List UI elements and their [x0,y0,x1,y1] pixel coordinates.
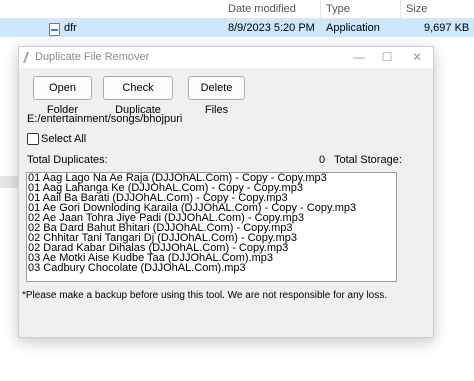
file-row-selected[interactable]: dfr 8/9/2023 5:20 PM Application 9,697 K… [0,19,474,37]
title-bar[interactable]: Duplicate File Remover — ☐ ✕ [19,47,433,68]
delete-files-button[interactable]: Delete Files [188,76,245,116]
application-file-icon [49,23,60,36]
explorer-sidebar-stub [0,176,18,188]
column-date-modified[interactable]: Date modified [228,3,296,15]
file-size: 9,697 KB [424,22,470,34]
column-divider[interactable] [400,0,401,18]
window-title: Duplicate File Remover [35,51,150,63]
folder-path-label: E:/entertainment/songs/bhojpuri [27,113,183,125]
backup-disclaimer: *Please make a backup before using this … [22,290,388,301]
select-all-label[interactable]: Select All [41,133,86,145]
duplicate-files-listbox[interactable]: 01 Aag Lago Na Ae Raja (DJJOhAL.Com) - C… [26,172,397,282]
select-all-checkbox[interactable] [27,133,39,145]
file-type: Application [326,22,380,34]
explorer-column-header: Date modified Type Size [0,0,474,19]
total-duplicates-label: Total Duplicates: [27,154,108,166]
list-item[interactable]: 03 Cadbury Chocolate (DJJOhAL.Com).mp3 [27,263,396,274]
total-duplicates-value: 0 [319,154,326,166]
maximize-button[interactable]: ☐ [373,48,401,67]
total-storage-label: Total Storage: [334,154,402,166]
duplicate-file-remover-window: Duplicate File Remover — ☐ ✕ Open Folder… [18,46,434,338]
check-duplicate-button[interactable]: Check Duplicate [103,76,173,116]
column-size[interactable]: Size [406,3,427,15]
file-name: dfr [64,22,77,34]
minimize-button[interactable]: — [345,48,373,67]
open-folder-button[interactable]: Open Folder [33,76,92,116]
close-button[interactable]: ✕ [403,48,431,67]
column-type[interactable]: Type [326,3,350,15]
column-divider[interactable] [320,0,321,18]
file-date: 8/9/2023 5:20 PM [228,22,315,34]
